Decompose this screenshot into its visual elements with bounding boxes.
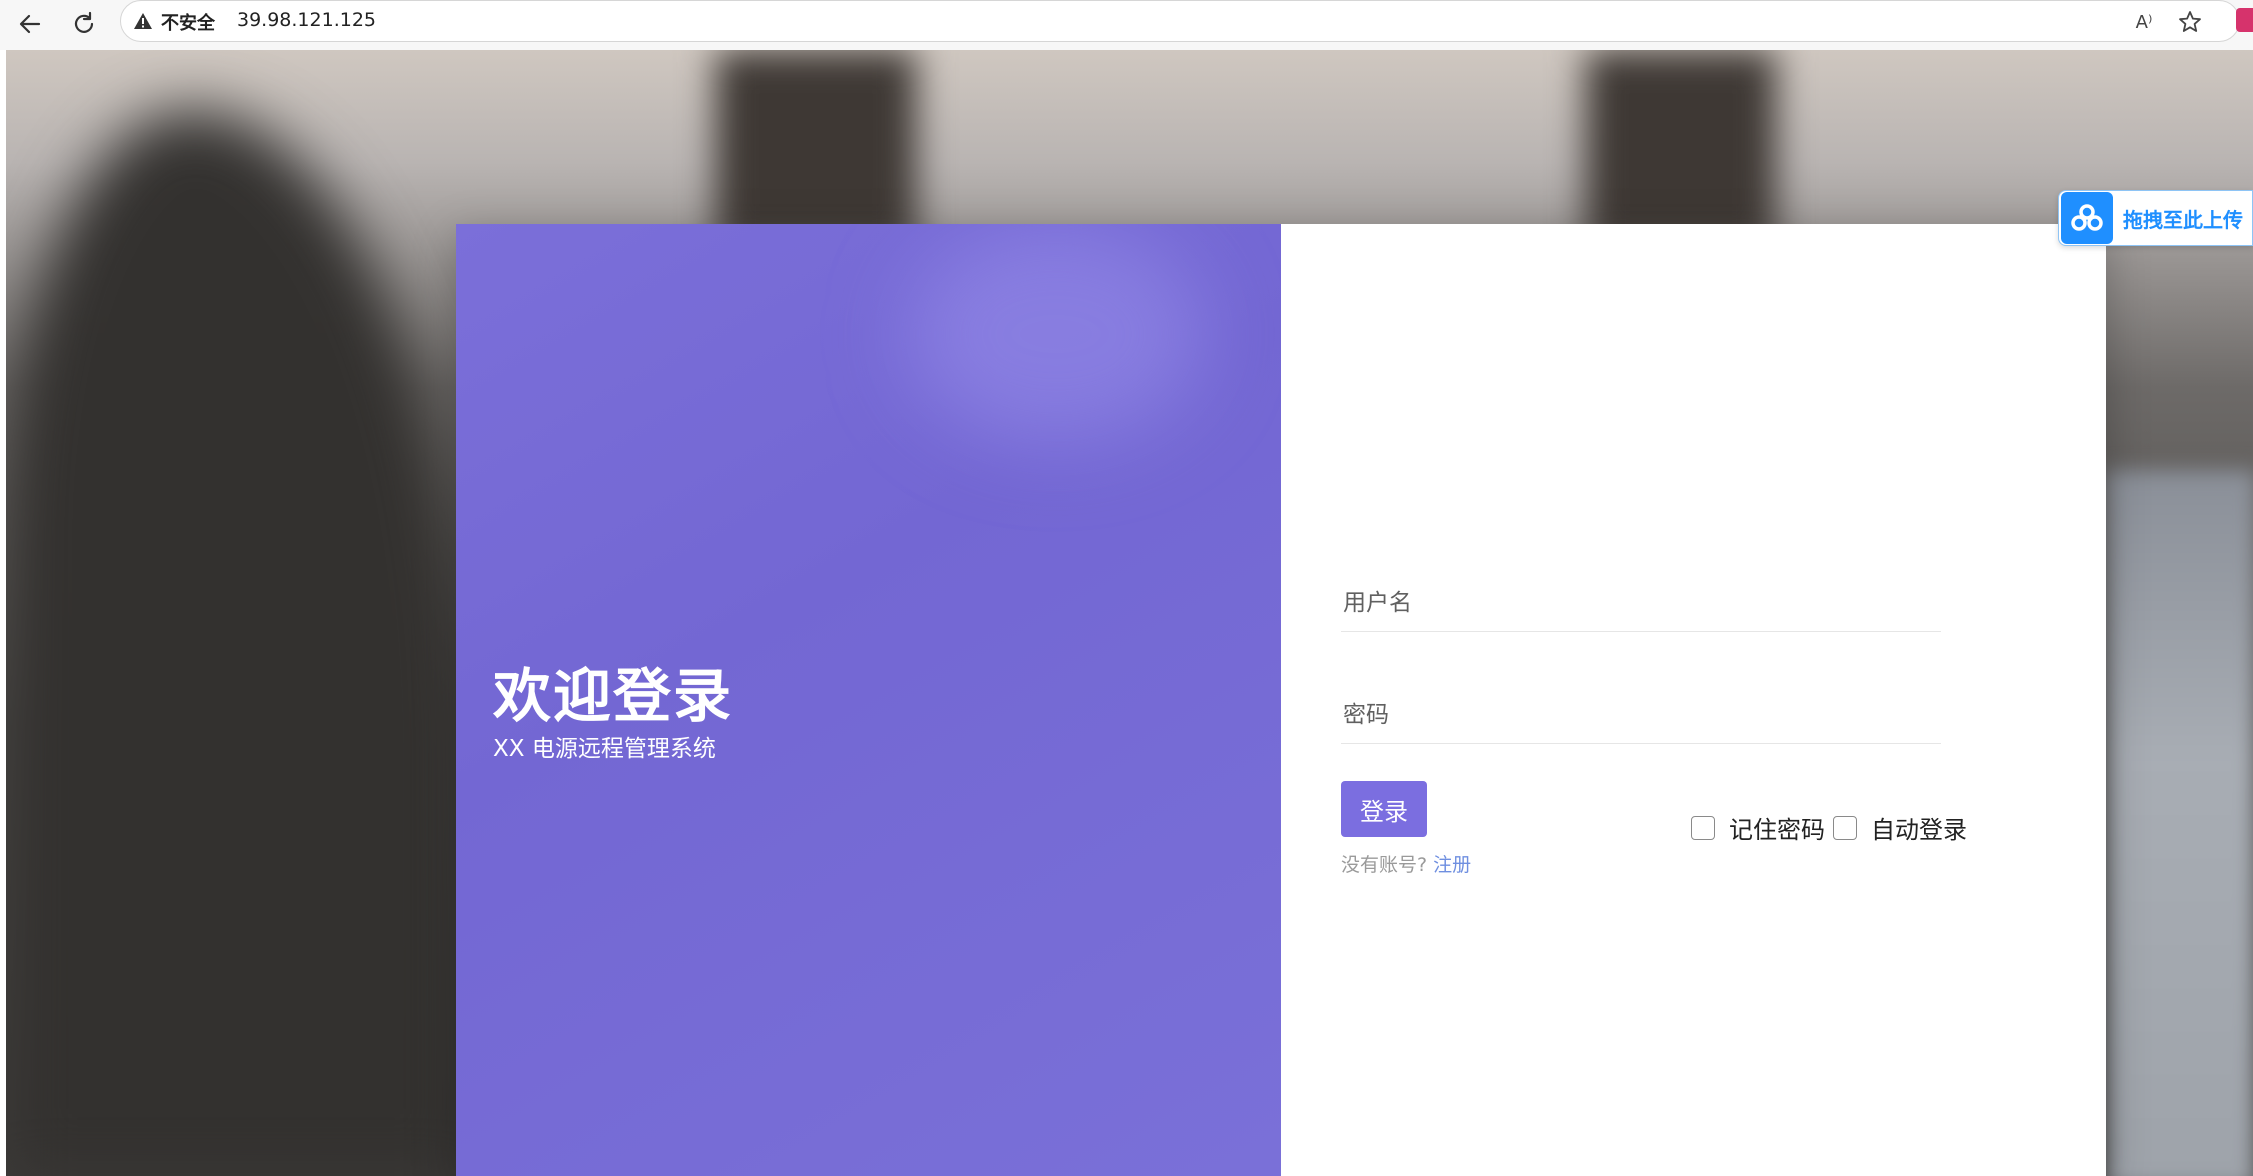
username-field — [1341, 562, 1941, 632]
read-aloud-icon[interactable]: A⁾ — [2129, 7, 2159, 37]
browser-toolbar: 不安全 39.98.121.125 A⁾ — [0, 0, 2253, 50]
security-status-label[interactable]: 不安全 — [161, 9, 215, 35]
cloud-upload-icon[interactable] — [2061, 192, 2113, 244]
refresh-button[interactable] — [64, 4, 104, 44]
login-button[interactable]: 登录 — [1341, 781, 1427, 837]
password-field — [1341, 674, 1941, 744]
back-button[interactable] — [10, 4, 50, 44]
drag-upload-widget[interactable]: 拖拽至此上传 — [2058, 190, 2253, 246]
welcome-panel: 欢迎登录 XX 电源远程管理系统 — [456, 224, 1281, 1176]
username-input[interactable] — [1341, 583, 1941, 623]
address-bar[interactable]: 不安全 39.98.121.125 A⁾ — [120, 0, 2240, 42]
login-card: 欢迎登录 XX 电源远程管理系统 登录 没有账号? 注册 记住密码 自动登录 — [456, 224, 2106, 1176]
auto-login-option[interactable]: 自动登录 — [1833, 810, 1967, 845]
remember-password-label[interactable]: 记住密码 — [1729, 810, 1825, 845]
refresh-icon — [74, 11, 94, 33]
welcome-title: 欢迎登录 — [493, 662, 734, 730]
remember-password-checkbox[interactable] — [1691, 815, 1715, 840]
password-input[interactable] — [1341, 695, 1941, 735]
no-account-text: 没有账号? — [1341, 854, 1428, 876]
welcome-subtitle: XX 电源远程管理系统 — [493, 736, 716, 762]
warning-icon[interactable] — [133, 11, 153, 31]
remember-password-option[interactable]: 记住密码 — [1691, 810, 1825, 845]
register-link[interactable]: 注册 — [1433, 854, 1471, 876]
url-text[interactable]: 39.98.121.125 — [237, 9, 376, 31]
register-prompt: 没有账号? 注册 — [1341, 850, 1471, 877]
back-arrow-icon — [19, 14, 41, 34]
favorite-star-icon[interactable] — [2175, 7, 2205, 37]
upload-label[interactable]: 拖拽至此上传 — [2123, 204, 2243, 233]
login-form-panel: 登录 没有账号? 注册 记住密码 自动登录 — [1281, 224, 2106, 1176]
auto-login-checkbox[interactable] — [1833, 815, 1857, 840]
auto-login-label[interactable]: 自动登录 — [1871, 810, 1967, 845]
extension-icon[interactable] — [2236, 8, 2253, 32]
